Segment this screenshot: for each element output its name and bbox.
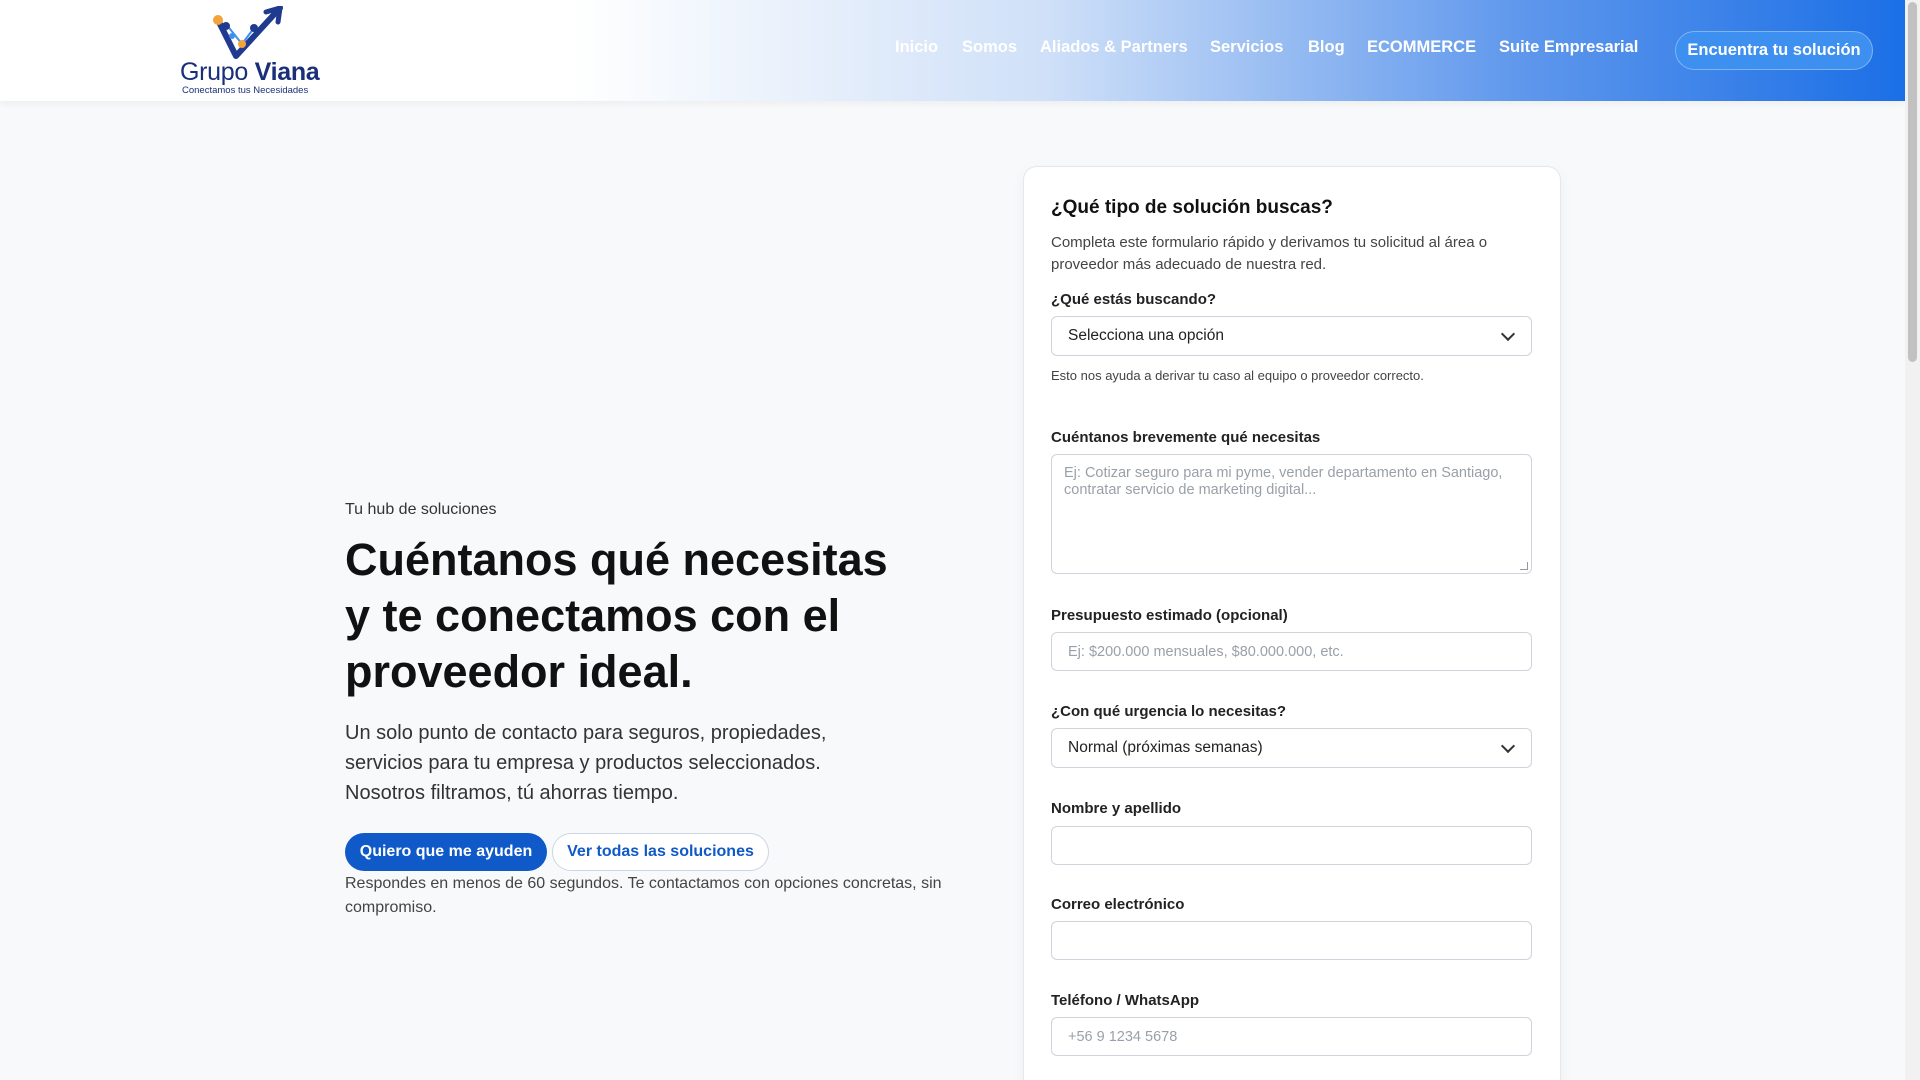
brand-tagline: Conectamos tus Necesidades xyxy=(182,85,309,96)
looking-for-select[interactable]: Selecciona una opción xyxy=(1051,316,1532,356)
nav-aliados-partners[interactable]: Aliados & Partners xyxy=(1040,38,1188,57)
budget-placeholder: Ej: $200.000 mensuales, $80.000.000, etc… xyxy=(1068,643,1344,660)
form-description: Completa este formulario rápido y deriva… xyxy=(1051,234,1488,273)
nav-suite-empresarial[interactable]: Suite Empresarial xyxy=(1499,38,1638,57)
need-textarea[interactable]: Ej: Cotizar seguro para mi pyme, vender … xyxy=(1051,454,1532,574)
looking-for-help: Esto nos ayuda a derivar tu caso al equi… xyxy=(1051,368,1424,383)
urgency-label: ¿Con qué urgencia lo necesitas? xyxy=(1051,703,1287,720)
name-input[interactable] xyxy=(1051,826,1532,865)
urgency-value: Normal (próximas semanas) xyxy=(1068,739,1263,756)
email-input[interactable] xyxy=(1051,921,1532,960)
form-title: ¿Qué tipo de solución buscas? xyxy=(1051,197,1333,218)
need-placeholder: Ej: Cotizar seguro para mi pyme, vender … xyxy=(1064,465,1503,498)
resize-handle-icon[interactable] xyxy=(1520,562,1528,570)
looking-for-value: Selecciona una opción xyxy=(1068,327,1224,344)
page-scrollbar[interactable] xyxy=(1905,0,1920,1080)
hero-subtitle: Un solo punto de contacto para seguros, … xyxy=(345,718,865,808)
phone-placeholder: +56 9 1234 5678 xyxy=(1068,1028,1178,1045)
brand-logo[interactable]: Grupo Viana Conectamos tus Necesidades xyxy=(180,4,320,96)
hero-title-line: y te conectamos con el xyxy=(345,590,841,641)
nav-blog[interactable]: Blog xyxy=(1308,38,1345,57)
hero-title-line: Cuéntanos qué necesitas xyxy=(345,534,888,585)
looking-for-label: ¿Qué estás buscando? xyxy=(1051,291,1217,308)
logo-mark-icon xyxy=(213,4,284,59)
budget-input[interactable]: Ej: $200.000 mensuales, $80.000.000, etc… xyxy=(1051,632,1532,671)
find-solution-button[interactable]: Encuentra tu solución xyxy=(1675,31,1873,70)
phone-input[interactable]: +56 9 1234 5678 xyxy=(1051,1017,1532,1056)
nav-inicio[interactable]: Inicio xyxy=(895,38,938,57)
view-all-solutions-button[interactable]: Ver todas las soluciones xyxy=(552,833,769,871)
urgency-select[interactable]: Normal (próximas semanas) xyxy=(1051,728,1532,768)
hero-subtitle-line: Nosotros filtramos, tú ahorras tiempo. xyxy=(345,782,679,804)
name-label: Nombre y apellido xyxy=(1051,800,1182,817)
chevron-down-icon xyxy=(1500,326,1516,341)
hero-subtitle-line: Un solo punto de contacto para seguros, … xyxy=(345,722,827,744)
phone-label: Teléfono / WhatsApp xyxy=(1051,992,1200,1009)
nav-ecommerce[interactable]: ECOMMERCE xyxy=(1367,38,1476,57)
hero-title-line: proveedor ideal. xyxy=(345,646,693,697)
nav-servicios[interactable]: Servicios xyxy=(1210,38,1283,57)
hero-subtitle-line: servicios para tu empresa y productos se… xyxy=(345,752,821,774)
scrollbar-thumb[interactable] xyxy=(1908,2,1917,362)
nav-somos[interactable]: Somos xyxy=(962,38,1017,57)
budget-label: Presupuesto estimado (opcional) xyxy=(1051,607,1288,624)
hero-note: Respondes en menos de 60 segundos. Te co… xyxy=(345,875,942,916)
brand-name: Grupo Viana xyxy=(180,58,320,86)
hero-title: Cuéntanos qué necesitas y te conectamos … xyxy=(345,532,945,700)
chevron-down-icon xyxy=(1500,738,1516,753)
site-header: Grupo Viana Conectamos tus Necesidades I… xyxy=(0,0,1905,101)
hero-eyebrow: Tu hub de soluciones xyxy=(345,501,497,518)
need-label: Cuéntanos brevemente qué necesitas xyxy=(1051,429,1321,446)
help-me-button[interactable]: Quiero que me ayuden xyxy=(345,833,547,871)
email-label: Correo electrónico xyxy=(1051,896,1185,913)
